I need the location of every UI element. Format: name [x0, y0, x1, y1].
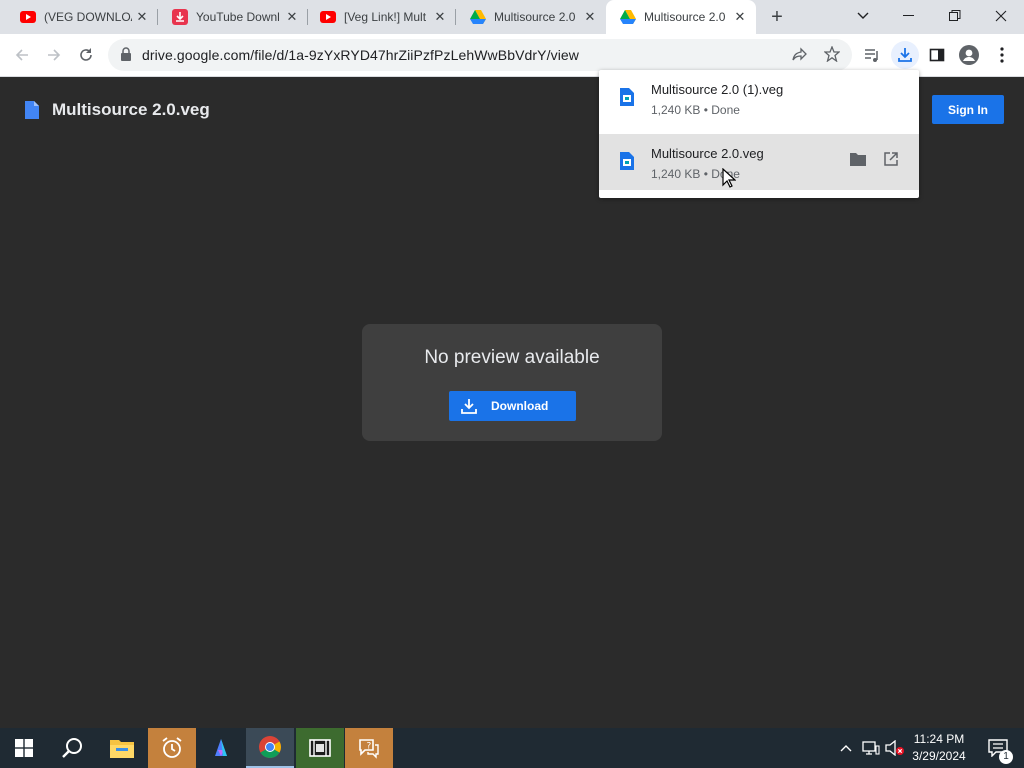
veg-file-icon [619, 152, 635, 175]
vegas-film-icon[interactable] [296, 728, 344, 768]
youtube-icon [20, 9, 36, 25]
download-item[interactable]: Multisource 2.0.veg 1,240 KB • Done [599, 134, 919, 190]
no-preview-card: No preview available Download [362, 324, 662, 441]
notifications-icon[interactable]: 1 [978, 728, 1018, 768]
address-bar[interactable]: drive.google.com/file/d/1a-9zYxRYD47hrZi… [108, 39, 852, 71]
bookmark-star-icon[interactable] [823, 45, 841, 67]
clock-date: 3/29/2024 [912, 749, 966, 763]
download-status: 1,240 KB • Done [651, 103, 740, 117]
menu-kebab-icon[interactable] [988, 41, 1016, 69]
google-drive-icon [470, 9, 486, 25]
profile-avatar-icon[interactable] [955, 41, 983, 69]
downloads-bubble: Multisource 2.0 (1).veg 1,240 KB • Done … [599, 70, 919, 198]
windows-start-icon[interactable] [0, 728, 48, 768]
download-item[interactable]: Multisource 2.0 (1).veg 1,240 KB • Done [599, 70, 919, 126]
chrome-icon[interactable] [246, 728, 294, 768]
downloads-icon[interactable] [891, 41, 919, 69]
reload-button[interactable] [72, 41, 100, 69]
windows-taskbar: ? 11:24 PM 3/29/2024 1 [0, 728, 1024, 768]
download-filename: Multisource 2.0.veg [651, 146, 764, 161]
close-tab-icon[interactable]: ✕ [284, 9, 300, 25]
open-external-icon[interactable] [880, 148, 902, 170]
share-icon[interactable] [792, 47, 808, 68]
google-drive-icon [620, 9, 636, 25]
notification-count-badge: 1 [999, 750, 1013, 764]
volume-muted-icon[interactable] [884, 728, 906, 768]
back-button[interactable] [8, 41, 36, 69]
file-explorer-icon[interactable] [98, 728, 146, 768]
show-in-folder-icon[interactable] [847, 148, 869, 170]
sign-in-button[interactable]: Sign In [932, 95, 1004, 124]
get-help-icon[interactable]: ? [345, 728, 393, 768]
edge-copilot-icon[interactable] [197, 728, 245, 768]
system-clock[interactable]: 11:24 PM 3/29/2024 [906, 731, 972, 765]
download-icon [460, 397, 478, 415]
clock-time: 11:24 PM [913, 732, 965, 746]
mouse-cursor-icon [722, 167, 737, 193]
lock-icon[interactable] [120, 47, 132, 66]
close-tab-icon[interactable]: ✕ [432, 9, 448, 25]
close-tab-icon[interactable]: ✕ [732, 9, 748, 25]
tab-multisource-1[interactable]: Multisource 2.0 ✕ [456, 0, 606, 34]
reading-list-icon[interactable] [858, 41, 886, 69]
document-file-icon [25, 101, 39, 124]
download-label: Download [491, 399, 549, 413]
network-icon[interactable] [860, 728, 882, 768]
youtube-icon [320, 9, 336, 25]
download-filename: Multisource 2.0 (1).veg [651, 82, 784, 97]
tab-veg-download[interactable]: (VEG DOWNLOAD ✕ [6, 0, 158, 34]
veg-file-icon [619, 88, 635, 111]
file-title: Multisource 2.0.veg [52, 100, 210, 119]
close-window-button[interactable] [978, 0, 1024, 32]
alarms-clock-icon[interactable] [148, 728, 196, 768]
close-tab-icon[interactable]: ✕ [134, 9, 150, 25]
restore-button[interactable] [932, 0, 978, 32]
tab-multisource-active[interactable]: Multisource 2.0 ✕ [606, 0, 756, 34]
tab-youtube-downloader[interactable]: YouTube Downl ✕ [158, 0, 308, 34]
close-tab-icon[interactable]: ✕ [582, 9, 598, 25]
show-hidden-icons-chevron-icon[interactable] [836, 728, 856, 768]
svg-text:?: ? [367, 742, 372, 752]
tab-strip: (VEG DOWNLOAD ✕ YouTube Downl ✕ [Veg Lin… [0, 0, 1024, 34]
tab-veg-link[interactable]: [Veg Link!] Mult ✕ [306, 0, 456, 34]
side-panel-icon[interactable] [923, 41, 951, 69]
minimize-button[interactable] [886, 0, 932, 32]
search-icon[interactable] [48, 728, 96, 768]
new-tab-button[interactable]: + [766, 7, 788, 29]
url-text: drive.google.com/file/d/1a-9zYxRYD47hrZi… [142, 47, 580, 63]
download-button[interactable]: Download [449, 391, 576, 421]
no-preview-text: No preview available [424, 347, 600, 368]
download-site-icon [172, 9, 188, 25]
tab-search-chevron-icon[interactable] [840, 0, 886, 32]
forward-button[interactable] [40, 41, 68, 69]
